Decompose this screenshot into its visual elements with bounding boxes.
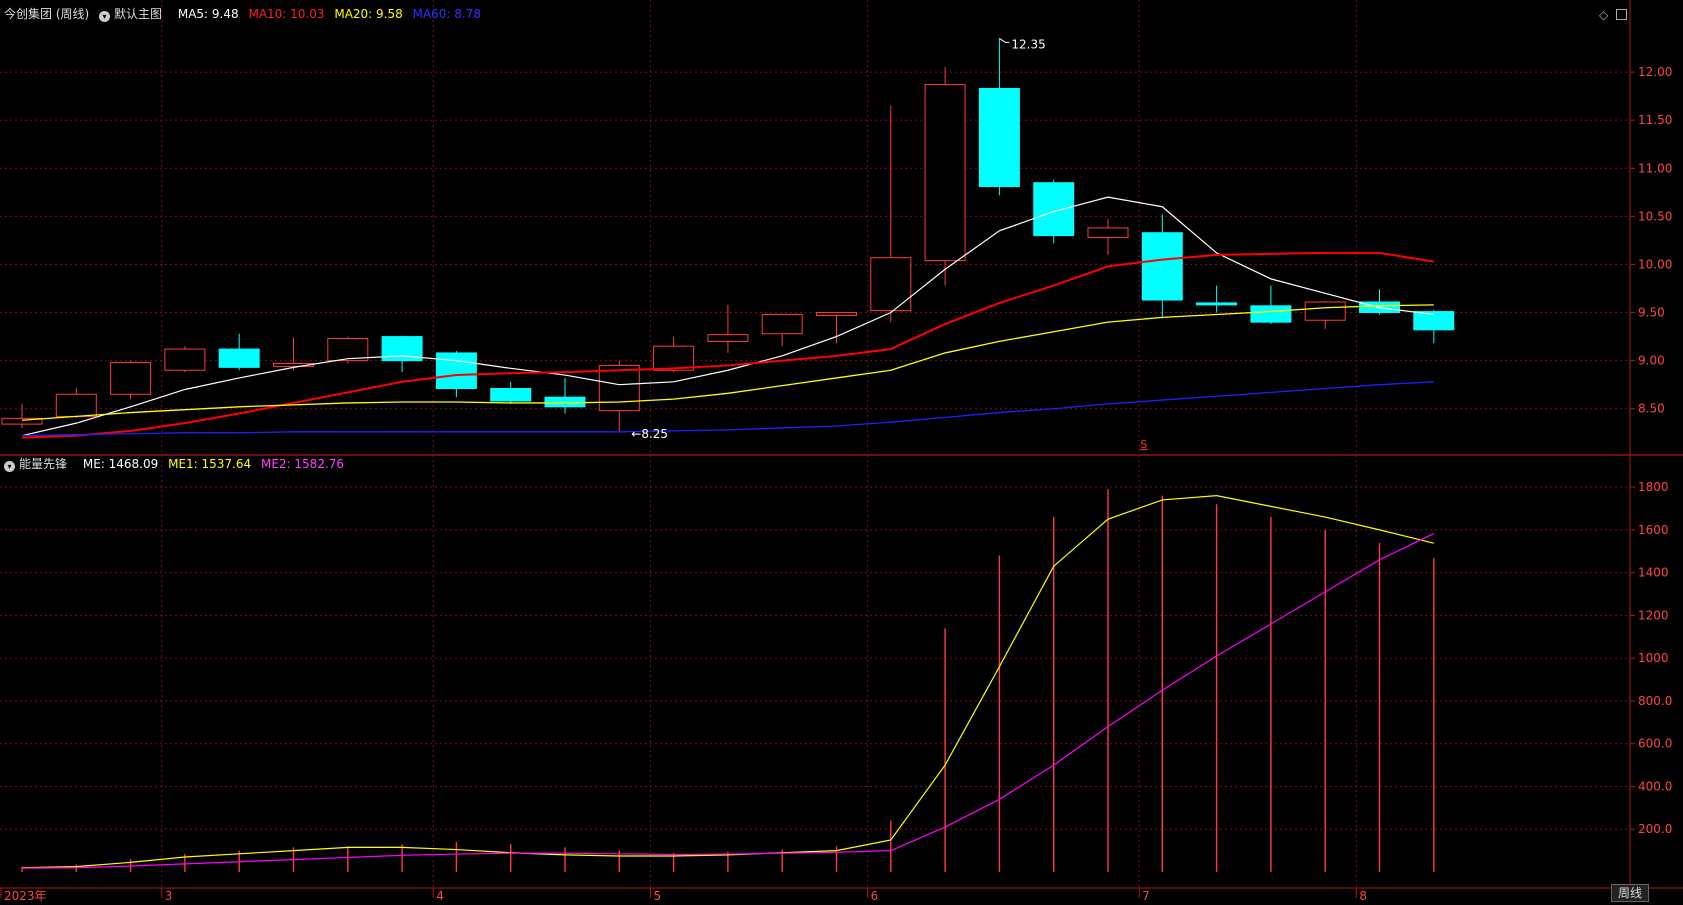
candle-body bbox=[1141, 232, 1183, 301]
price-tick-label: 9.50 bbox=[1638, 306, 1665, 320]
weekly-kline-chart[interactable]: 8.50 9.00 9.50 10.00 10.50 11.00 11.50 12.00 200… bbox=[0, 0, 1683, 903]
candle-body bbox=[761, 313, 803, 335]
sell-signal-label: S bbox=[1140, 438, 1147, 451]
indicator-name: 能量先锋 bbox=[19, 457, 68, 471]
candle-body bbox=[1033, 182, 1075, 237]
candle-body bbox=[870, 257, 912, 312]
candle-body bbox=[1087, 227, 1129, 239]
stock-title[interactable]: 今创集团 (周线) bbox=[4, 7, 89, 21]
panel-toggle-icon[interactable] bbox=[1616, 9, 1627, 20]
price-tick-label: 12.00 bbox=[1638, 65, 1672, 79]
price-tick-label: 9.00 bbox=[1638, 354, 1665, 368]
price-tick-label: 10.00 bbox=[1638, 257, 1672, 271]
price-tick-label: 11.00 bbox=[1638, 161, 1672, 175]
price-tick-label: 10.50 bbox=[1638, 209, 1672, 223]
indicator-tick-label: 1000 bbox=[1638, 651, 1669, 665]
me2-value: ME2: 1582.76 bbox=[260, 457, 345, 471]
period-button[interactable]: 周线 bbox=[1610, 884, 1649, 902]
month-label: 8 bbox=[1359, 889, 1367, 902]
month-label: 5 bbox=[653, 889, 661, 902]
indicator-selector[interactable]: ▾ 能量先锋 bbox=[4, 457, 73, 472]
candle-body bbox=[707, 334, 749, 342]
ma-line-ma60 bbox=[21, 381, 1434, 437]
candle-body bbox=[978, 87, 1020, 188]
candle-body bbox=[924, 84, 966, 262]
high-price-label: 12.35 bbox=[1011, 37, 1045, 51]
indicator-tick-label: 1800 bbox=[1638, 480, 1669, 494]
indicator-tick-label: 200.0 bbox=[1638, 822, 1672, 836]
price-tick-label: 11.50 bbox=[1638, 113, 1672, 127]
candle-body bbox=[1304, 301, 1346, 321]
candle-body bbox=[218, 348, 260, 368]
month-label: 4 bbox=[436, 889, 444, 902]
month-label: 6 bbox=[871, 889, 879, 902]
candle-body bbox=[544, 396, 586, 408]
high-price-marker bbox=[999, 38, 1010, 43]
candle-body bbox=[55, 393, 97, 417]
ma5-value: MA5: 9.48 bbox=[177, 7, 239, 21]
indicator-tick-label: 400.0 bbox=[1638, 779, 1672, 793]
month-label: 7 bbox=[1142, 889, 1150, 902]
ma60-value: MA60: 8.78 bbox=[412, 7, 482, 21]
ma20-value: MA20: 9.58 bbox=[334, 7, 403, 21]
indicator-tick-label: 800.0 bbox=[1638, 694, 1672, 708]
indicator-line-me1 bbox=[21, 495, 1434, 869]
window-controls: ◇ bbox=[1599, 8, 1627, 22]
main-chart-legend: 今创集团 (周线) ▾ 默认主图 MA5: 9.48 MA10: 10.03 MA… bbox=[4, 6, 487, 22]
chevron-down-icon: ▾ bbox=[99, 11, 111, 22]
main-chart-selector[interactable]: ▾ 默认主图 bbox=[99, 7, 168, 22]
indicator-layer bbox=[21, 489, 1435, 872]
ma10-value: MA10: 10.03 bbox=[248, 7, 325, 21]
low-price-label: ←8.25 bbox=[631, 427, 668, 441]
me-value: ME: 1468.09 bbox=[82, 457, 159, 471]
main-chart-label: 默认主图 bbox=[114, 7, 163, 21]
indicator-tick-label: 1600 bbox=[1638, 523, 1669, 537]
candle-body bbox=[110, 362, 152, 395]
candle-body bbox=[1250, 305, 1292, 323]
indicator-tick-label: 600.0 bbox=[1638, 737, 1672, 751]
month-label: 2023年 bbox=[4, 889, 47, 902]
candle-body bbox=[1196, 302, 1238, 306]
diamond-icon[interactable]: ◇ bbox=[1599, 8, 1608, 22]
me1-value: ME1: 1537.64 bbox=[168, 457, 252, 471]
chevron-down-icon: ▾ bbox=[4, 461, 15, 472]
candles-layer bbox=[1, 38, 1455, 433]
candle-body bbox=[490, 388, 532, 402]
candle-body bbox=[164, 348, 206, 371]
month-label: 3 bbox=[165, 889, 173, 902]
indicator-tick-label: 1400 bbox=[1638, 566, 1669, 580]
indicator-legend: ▾ 能量先锋 ME: 1468.09 ME1: 1537.64 ME2: 1582… bbox=[4, 456, 350, 472]
indicator-line-me2 bbox=[21, 533, 1435, 869]
indicator-tick-label: 1200 bbox=[1638, 608, 1669, 622]
price-tick-label: 8.50 bbox=[1638, 402, 1665, 416]
candle-body bbox=[327, 338, 369, 362]
candle-body bbox=[816, 312, 857, 316]
candle-body bbox=[598, 364, 640, 412]
candle-body bbox=[435, 352, 477, 390]
chart-canvas[interactable]: 8.50 9.00 9.50 10.00 10.50 11.00 11.50 12.00 200… bbox=[0, 0, 1683, 903]
grid-layer bbox=[0, 0, 1683, 898]
